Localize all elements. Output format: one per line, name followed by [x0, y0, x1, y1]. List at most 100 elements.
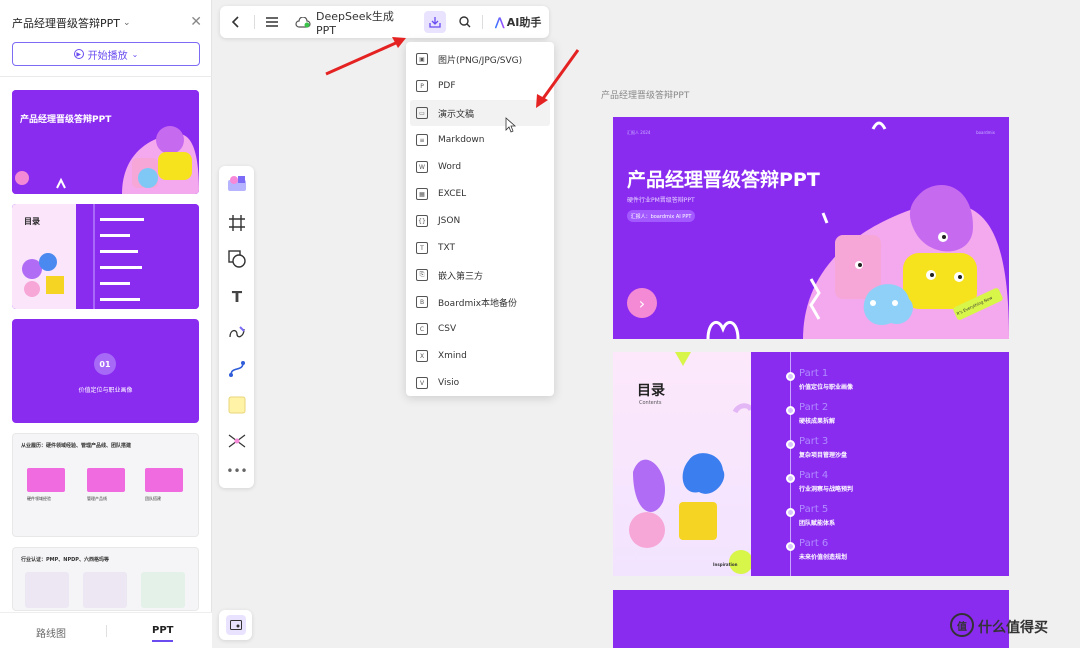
- export-menu-item-label: JSON: [438, 216, 461, 226]
- back-button[interactable]: [224, 6, 248, 38]
- slide1-title[interactable]: 产品经理晋级答辩PPT: [627, 165, 820, 192]
- start-play-button[interactable]: ▶ 开始播放 ⌄: [12, 42, 200, 66]
- chevron-down-icon[interactable]: ⌄: [123, 18, 131, 28]
- slide-1[interactable]: 汇报人 2024 boardmix 产品经理晋级答辩PPT 硬件行业PM晋级答辩…: [613, 117, 1009, 339]
- mindmap-tool[interactable]: [226, 430, 248, 452]
- tab-route[interactable]: 路线图: [36, 625, 66, 640]
- slide2-title[interactable]: 目录: [637, 380, 665, 400]
- ai-assistant-button[interactable]: ⋀ AI助手: [490, 6, 546, 38]
- slide-thumbnail-3[interactable]: 01 价值定位与职业画像: [12, 319, 199, 423]
- search-icon: [459, 16, 471, 28]
- slide-thumbnail-4[interactable]: 从业履历：硬件领域经验、管理产品线、团队搭建 硬件领域经验 管理产品线 团队搭建: [12, 433, 199, 537]
- slide2-part-3: Part 3: [799, 436, 829, 447]
- export-menu-item[interactable]: C CSV: [410, 316, 550, 342]
- export-menu-item[interactable]: ▦ EXCEL: [410, 181, 550, 207]
- panel-icon: [225, 615, 246, 635]
- export-button[interactable]: [424, 11, 446, 33]
- word-icon: W: [416, 161, 428, 173]
- tools-toolbar: T •••: [219, 166, 254, 488]
- ai-assistant-label: AI助手: [506, 16, 542, 29]
- slide1-art: [706, 121, 1009, 339]
- json-icon: {}: [416, 215, 428, 227]
- txt-icon: T: [416, 242, 428, 254]
- export-menu-item[interactable]: P PDF: [410, 73, 550, 99]
- slide1-subtitle[interactable]: 硬件行业PM晋级答辩PPT: [627, 195, 695, 204]
- thumb4-card-label-2: 管理产品线: [87, 496, 107, 501]
- timeline-dot: [786, 406, 795, 415]
- export-menu-item[interactable]: W Word: [410, 154, 550, 180]
- image-icon: ▣: [416, 53, 428, 65]
- slide-2[interactable]: 目录 Contents Inspiration Part 1 价值定位与职业画像…: [613, 352, 1009, 576]
- export-menu-item-label: 嵌入第三方: [438, 271, 484, 282]
- thumb5-title: 行业认证：PMP、NPDP、六西格玛等: [21, 557, 109, 563]
- export-menu-item[interactable]: ▣ 图片(PNG/JPG/SVG): [410, 46, 550, 72]
- visio-icon: V: [416, 377, 428, 389]
- embed-icon: ⎘: [416, 269, 428, 281]
- frame-tool[interactable]: [226, 212, 248, 234]
- panel-toggle-button[interactable]: [219, 610, 252, 640]
- thumb4-card-3: [145, 468, 183, 492]
- divider: [482, 15, 483, 29]
- divider: [254, 15, 255, 29]
- shape-tool[interactable]: [226, 248, 248, 270]
- export-menu: ▣ 图片(PNG/JPG/SVG) P PDF ▭ 演示文稿 ≡ Markdown W Word ▦…: [406, 42, 554, 396]
- menu-button[interactable]: [260, 6, 284, 38]
- doc-title-row[interactable]: 产品经理晋级答辩PPT ⌄ ✕: [12, 14, 202, 32]
- templates-tool[interactable]: [226, 172, 248, 194]
- chevron-down-icon: ⌄: [131, 49, 139, 59]
- thumb5-card-1: [25, 572, 69, 608]
- slide2-part-1-desc: 价值定位与职业画像: [799, 384, 854, 391]
- xmind-icon: X: [416, 350, 428, 362]
- tab-ppt[interactable]: PPT: [152, 625, 174, 642]
- thumb1-title: 产品经理晋级答辩PPT: [20, 115, 112, 125]
- frame-label[interactable]: 产品经理晋级答辩PPT: [601, 88, 689, 101]
- export-menu-item-label: CSV: [438, 324, 457, 334]
- export-menu-item[interactable]: {} JSON: [410, 208, 550, 234]
- export-menu-item-label: 图片(PNG/JPG/SVG): [438, 55, 523, 66]
- search-button[interactable]: [454, 6, 476, 38]
- slide-thumbnail-5[interactable]: 行业认证：PMP、NPDP、六西格玛等: [12, 547, 199, 611]
- more-tools-button[interactable]: •••: [226, 460, 248, 482]
- watermark-text: 什么值得买: [978, 620, 1048, 636]
- top-toolbar: DeepSeek生成PPT ⋀ AI助手: [220, 6, 549, 38]
- export-menu-item[interactable]: X Xmind: [410, 343, 550, 369]
- export-menu-item-label: Visio: [438, 378, 460, 388]
- thumb4-title: 从业履历：硬件领域经验、管理产品线、团队搭建: [21, 443, 132, 449]
- slide1-next-icon[interactable]: ›: [627, 288, 657, 318]
- document-title[interactable]: DeepSeek生成PPT: [316, 6, 412, 38]
- export-menu-item-label: 演示文稿: [438, 109, 475, 120]
- thumb3-number-circle: 01: [94, 353, 116, 375]
- timeline-dot: [786, 474, 795, 483]
- export-menu-item[interactable]: ⎘ 嵌入第三方: [410, 262, 550, 288]
- csv-icon: C: [416, 323, 428, 335]
- backup-icon: B: [416, 296, 428, 308]
- export-menu-item[interactable]: ≡ Markdown: [410, 127, 550, 153]
- export-menu-item-label: TXT: [438, 243, 456, 253]
- pen-tool[interactable]: [226, 322, 248, 344]
- connector-tool[interactable]: [226, 358, 248, 380]
- text-tool[interactable]: T: [226, 286, 248, 308]
- divider: [106, 625, 107, 637]
- export-menu-item-label: Boardmix本地备份: [438, 298, 518, 309]
- doc-title[interactable]: 产品经理晋级答辩PPT: [12, 15, 120, 31]
- slide2-inspiration: Inspiration: [713, 562, 738, 567]
- export-menu-item[interactable]: V Visio: [410, 370, 550, 396]
- export-menu-item-label: EXCEL: [438, 189, 467, 199]
- watermark-logo: 值: [950, 613, 974, 637]
- pen-icon: [229, 326, 245, 338]
- export-menu-item[interactable]: T TXT: [410, 235, 550, 261]
- slide-3[interactable]: [613, 590, 1009, 648]
- export-menu-item[interactable]: B Boardmix本地备份: [410, 289, 550, 315]
- export-menu-item[interactable]: ▭ 演示文稿: [410, 100, 550, 126]
- sticky-note-tool[interactable]: [226, 394, 248, 416]
- hamburger-icon: [266, 17, 278, 27]
- slide-thumbnail-1[interactable]: 产品经理晋级答辩PPT: [12, 90, 199, 194]
- close-icon[interactable]: ✕: [190, 14, 202, 30]
- mindmap-icon: [228, 434, 246, 448]
- slide1-badge[interactable]: 汇报人：boardmix AI PPT: [627, 210, 695, 222]
- thumb5-card-2: [83, 572, 127, 608]
- cloud-sync-icon: [294, 6, 312, 38]
- slide2-part-2: Part 2: [799, 402, 829, 413]
- timeline-dot: [786, 372, 795, 381]
- slide-thumbnail-2[interactable]: 目录: [12, 204, 199, 309]
